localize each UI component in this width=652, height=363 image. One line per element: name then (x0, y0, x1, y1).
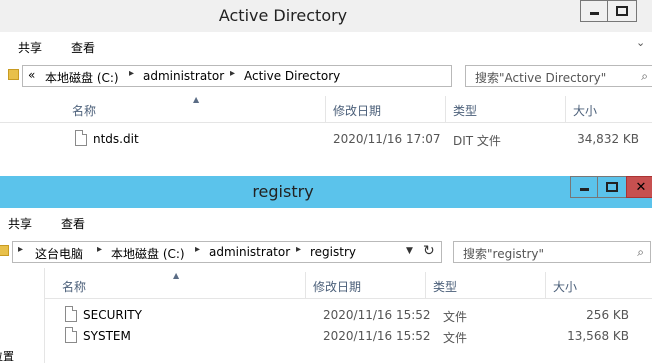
refresh-icon[interactable]: ↻ (423, 243, 435, 259)
breadcrumb-current[interactable]: Active Directory (244, 69, 340, 83)
column-modified[interactable]: 修改日期 (313, 278, 361, 295)
window-title: Active Directory (218, 6, 348, 25)
file-name: SECURITY (83, 308, 142, 322)
file-modified: 2020/11/16 17:07 (333, 132, 441, 146)
explorer-window-registry: registry ✕ 共享 查看 ▸ 这台电脑 ▸ 本地磁盘 (C:) ▸ ad… (0, 176, 652, 363)
breadcrumb-separator-icon[interactable]: ▸ (296, 244, 301, 255)
file-name: SYSTEM (83, 329, 131, 343)
file-icon (75, 130, 87, 146)
search-placeholder: 搜索"Active Directory" (475, 71, 607, 85)
title-bar[interactable]: Active Directory (0, 0, 652, 33)
file-type: 文件 (443, 310, 468, 324)
close-icon: ✕ (635, 179, 647, 195)
file-type: DIT 文件 (453, 134, 501, 148)
column-modified[interactable]: 修改日期 (333, 102, 381, 119)
breadcrumb-this-pc[interactable]: 这台电脑 (35, 245, 83, 262)
maximize-button[interactable] (597, 176, 627, 198)
search-icon[interactable]: ⌕ (641, 69, 648, 84)
breadcrumb-separator-icon[interactable]: ▸ (97, 244, 102, 255)
search-placeholder: 搜索"registry" (463, 247, 545, 261)
address-row: « 本地磁盘 (C:) ▸ administrator ▸ Active Dir… (0, 60, 652, 92)
file-row[interactable]: SECURITY 2020/11/16 15:52 文件 256 KB (0, 305, 652, 325)
breadcrumb-current[interactable]: registry (310, 245, 356, 259)
column-header-row: ▲ 名称 修改日期 类型 大小 (45, 271, 652, 299)
breadcrumb-administrator[interactable]: administrator (209, 245, 290, 259)
file-modified: 2020/11/16 15:52 (323, 329, 431, 343)
sort-ascending-icon: ▲ (173, 271, 180, 280)
column-type[interactable]: 类型 (433, 278, 457, 295)
breadcrumb-administrator[interactable]: administrator (143, 69, 224, 83)
close-button[interactable]: ✕ (626, 176, 652, 198)
file-row[interactable]: ntds.dit 2020/11/16 17:07 DIT 文件 34,832 … (0, 129, 652, 149)
breadcrumb-separator-icon[interactable]: ▸ (18, 244, 23, 255)
explorer-window-active-directory: Active Directory 共享 查看 ⌄ « 本地磁盘 (C:) ▸ a… (0, 0, 652, 180)
ribbon-tab-view[interactable]: 查看 (61, 215, 85, 232)
folder-icon (8, 69, 19, 80)
address-row: ▸ 这台电脑 ▸ 本地磁盘 (C:) ▸ administrator ▸ reg… (0, 236, 652, 268)
minimize-button[interactable] (570, 176, 598, 198)
ribbon-expand-icon[interactable]: ⌄ (636, 36, 645, 49)
ribbon-tab-view[interactable]: 查看 (71, 39, 95, 56)
chevron-down-icon[interactable]: ▼ (406, 246, 413, 256)
column-header-row: ▲ 名称 修改日期 类型 大小 (0, 95, 652, 123)
minimize-icon (579, 187, 589, 191)
file-modified: 2020/11/16 15:52 (323, 308, 431, 322)
minimize-button[interactable] (580, 0, 608, 22)
breadcrumb-overflow[interactable]: « (28, 68, 35, 82)
column-type[interactable]: 类型 (453, 102, 477, 119)
address-bar[interactable]: « 本地磁盘 (C:) ▸ administrator ▸ Active Dir… (22, 65, 452, 87)
window-title: registry (252, 182, 314, 201)
minimize-icon (589, 11, 599, 15)
maximize-icon (616, 6, 628, 16)
nav-pane-item[interactable]: 位置 (0, 348, 14, 363)
breadcrumb-separator-icon[interactable]: ▸ (129, 68, 134, 79)
file-row[interactable]: SYSTEM 2020/11/16 15:52 文件 13,568 KB (0, 326, 652, 346)
file-size: 256 KB (586, 308, 629, 322)
search-icon[interactable]: ⌕ (637, 245, 644, 260)
folder-icon (0, 245, 9, 256)
ribbon: 共享 查看 (0, 208, 652, 236)
file-icon (65, 306, 77, 322)
maximize-icon (606, 182, 618, 192)
breadcrumb-drive[interactable]: 本地磁盘 (C:) (45, 69, 119, 86)
ribbon-tab-share[interactable]: 共享 (18, 39, 42, 56)
column-size[interactable]: 大小 (573, 102, 597, 119)
maximize-button[interactable] (607, 0, 637, 22)
breadcrumb-separator-icon[interactable]: ▸ (195, 244, 200, 255)
search-input[interactable]: 搜索"Active Directory" ⌕ (465, 65, 652, 87)
breadcrumb-separator-icon[interactable]: ▸ (230, 68, 235, 79)
ribbon: 共享 查看 ⌄ (0, 32, 652, 60)
file-icon (65, 327, 77, 343)
column-size[interactable]: 大小 (553, 278, 577, 295)
search-input[interactable]: 搜索"registry" ⌕ (453, 241, 651, 263)
file-type: 文件 (443, 331, 468, 345)
breadcrumb-drive[interactable]: 本地磁盘 (C:) (111, 245, 185, 262)
file-size: 34,832 KB (577, 132, 639, 146)
ribbon-tab-share[interactable]: 共享 (8, 215, 32, 232)
file-name: ntds.dit (93, 132, 139, 146)
title-bar[interactable]: registry ✕ (0, 176, 652, 208)
column-name[interactable]: 名称 (62, 278, 86, 295)
file-size: 13,568 KB (567, 329, 629, 343)
sort-ascending-icon: ▲ (193, 95, 200, 104)
column-name[interactable]: 名称 (72, 102, 96, 119)
address-bar[interactable]: ▸ 这台电脑 ▸ 本地磁盘 (C:) ▸ administrator ▸ reg… (12, 241, 442, 263)
